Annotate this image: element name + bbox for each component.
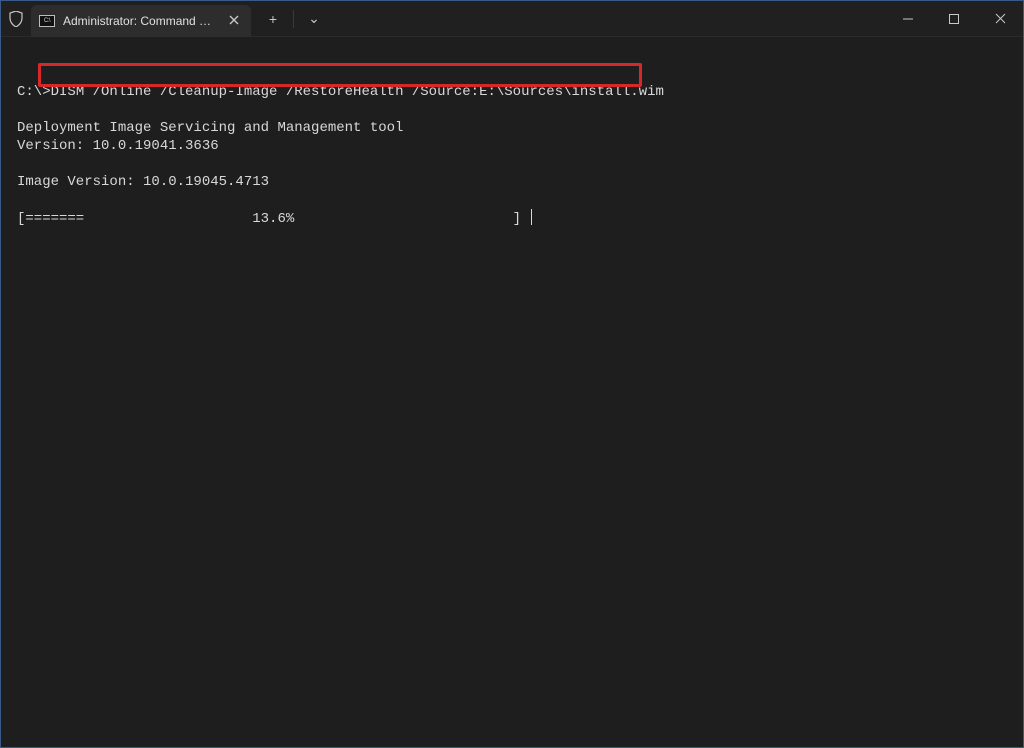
output-tool-name: Deployment Image Servicing and Managemen… <box>17 120 403 136</box>
minimize-button[interactable] <box>885 1 931 36</box>
output-image-version: Image Version: 10.0.19045.4713 <box>17 174 269 190</box>
command-text: DISM /Online /Cleanup-Image /RestoreHeal… <box>51 84 664 100</box>
maximize-button[interactable] <box>931 1 977 36</box>
prompt: C:\> <box>17 84 51 100</box>
tab-command-prompt[interactable]: C:\ Administrator: Command Prompt <box>31 5 251 37</box>
cmd-icon: C:\ <box>39 15 55 27</box>
shield-icon <box>1 11 31 27</box>
new-tab-button[interactable]: + <box>257 3 289 35</box>
close-button[interactable] <box>977 1 1023 36</box>
tab-actions: + ⌄ <box>251 3 330 35</box>
terminal-window: C:\ Administrator: Command Prompt + ⌄ <box>0 0 1024 748</box>
output-progress-bar: [======= 13.6% ] <box>17 211 529 227</box>
terminal-body[interactable]: C:\>DISM /Online /Cleanup-Image /Restore… <box>1 37 1023 747</box>
tab-dropdown-button[interactable]: ⌄ <box>298 3 330 35</box>
tab-close-button[interactable] <box>225 13 243 28</box>
titlebar: C:\ Administrator: Command Prompt + ⌄ <box>1 1 1023 37</box>
window-controls <box>885 1 1023 36</box>
text-cursor <box>531 209 532 225</box>
tab-actions-divider <box>293 10 294 28</box>
output-tool-version: Version: 10.0.19041.3636 <box>17 138 219 154</box>
titlebar-left: C:\ Administrator: Command Prompt + ⌄ <box>1 1 885 36</box>
tab-title: Administrator: Command Prompt <box>63 14 217 28</box>
